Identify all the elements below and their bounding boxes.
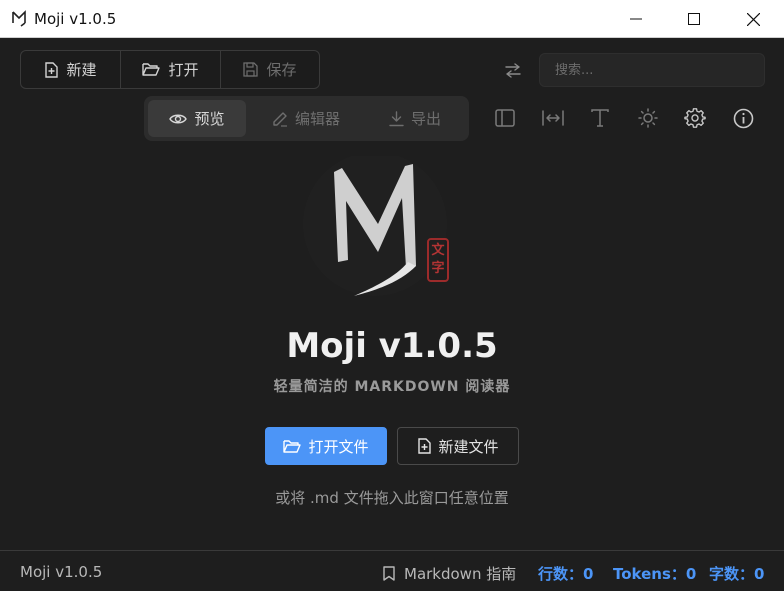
status-bar: Moji v1.0.5 Markdown 指南 行数：0 Tokens：0 字数… — [0, 550, 784, 591]
open-file-button[interactable]: 打开文件 — [265, 427, 387, 465]
char-count: 字数：0 — [709, 565, 765, 583]
markdown-guide-label: Markdown 指南 — [404, 565, 517, 583]
width-toggle-button[interactable] — [539, 104, 567, 132]
window-titlebar: Moji v1.0.5 — [0, 0, 784, 38]
new-file-icon — [418, 438, 432, 454]
tab-export-label: 导出 — [410, 110, 441, 128]
settings-icon — [684, 108, 706, 128]
tab-editor-label: 编辑器 — [294, 110, 340, 128]
status-version: Moji v1.0.5 — [20, 563, 103, 581]
open-button-label: 打开 — [168, 61, 199, 79]
new-button[interactable]: 新建 — [21, 51, 121, 88]
file-actions-group: 新建 打开 保存 — [20, 50, 320, 89]
tab-export[interactable]: 导出 — [366, 100, 464, 137]
open-file-label: 打开文件 — [308, 437, 369, 456]
info-icon — [733, 108, 753, 128]
search-input[interactable] — [539, 53, 765, 87]
settings-button[interactable] — [681, 104, 709, 132]
maximize-button[interactable] — [665, 0, 723, 38]
new-button-label: 新建 — [66, 61, 97, 79]
sidebar-icon — [495, 109, 515, 127]
welcome-subtitle: 轻量简洁的 MARKDOWN 阅读器 — [273, 379, 511, 395]
new-file-label: 新建文件 — [438, 437, 499, 456]
markdown-guide-link[interactable]: Markdown 指南 — [383, 563, 516, 584]
token-count: Tokens：0 — [613, 565, 697, 583]
folder-open-icon — [283, 439, 302, 453]
seal-stamp: 文 字 — [427, 238, 449, 282]
download-icon — [389, 110, 404, 126]
close-icon — [746, 12, 760, 26]
new-file-icon — [45, 61, 59, 78]
line-count: 行数：0 — [538, 565, 594, 583]
font-icon — [591, 109, 609, 127]
app-logo-icon — [12, 10, 26, 27]
pencil-icon — [273, 111, 287, 127]
minimize-icon — [630, 18, 642, 20]
seal-char-top: 文 — [431, 243, 445, 258]
welcome-title: Moji v1.0.5 — [286, 326, 498, 366]
save-button[interactable]: 保存 — [221, 51, 319, 88]
info-button[interactable] — [729, 104, 757, 132]
swap-icon — [505, 62, 521, 78]
save-icon — [243, 62, 259, 77]
width-icon — [542, 110, 564, 126]
new-file-button[interactable]: 新建文件 — [397, 427, 519, 465]
theme-toggle-button[interactable] — [634, 104, 662, 132]
drop-hint: 或将 .md 文件拖入此窗口任意位置 — [275, 489, 509, 507]
tab-preview-label: 预览 — [194, 110, 225, 128]
minimize-button[interactable] — [607, 0, 665, 38]
eye-icon — [169, 114, 188, 123]
seal-char-bottom: 字 — [431, 261, 445, 276]
folder-open-icon — [142, 63, 161, 76]
open-button[interactable]: 打开 — [121, 51, 221, 88]
bookmark-icon — [383, 566, 395, 581]
window-title: Moji v1.0.5 — [34, 10, 117, 28]
sidebar-toggle-button[interactable] — [491, 104, 519, 132]
save-button-label: 保存 — [266, 61, 297, 79]
close-button[interactable] — [724, 0, 782, 38]
swap-button[interactable] — [500, 58, 526, 82]
view-mode-group: 预览 编辑器 导出 — [144, 96, 469, 141]
tab-preview[interactable]: 预览 — [148, 100, 246, 137]
theme-icon — [638, 108, 658, 128]
tab-editor[interactable]: 编辑器 — [256, 100, 356, 137]
font-settings-button[interactable] — [586, 104, 614, 132]
maximize-icon — [688, 13, 700, 25]
